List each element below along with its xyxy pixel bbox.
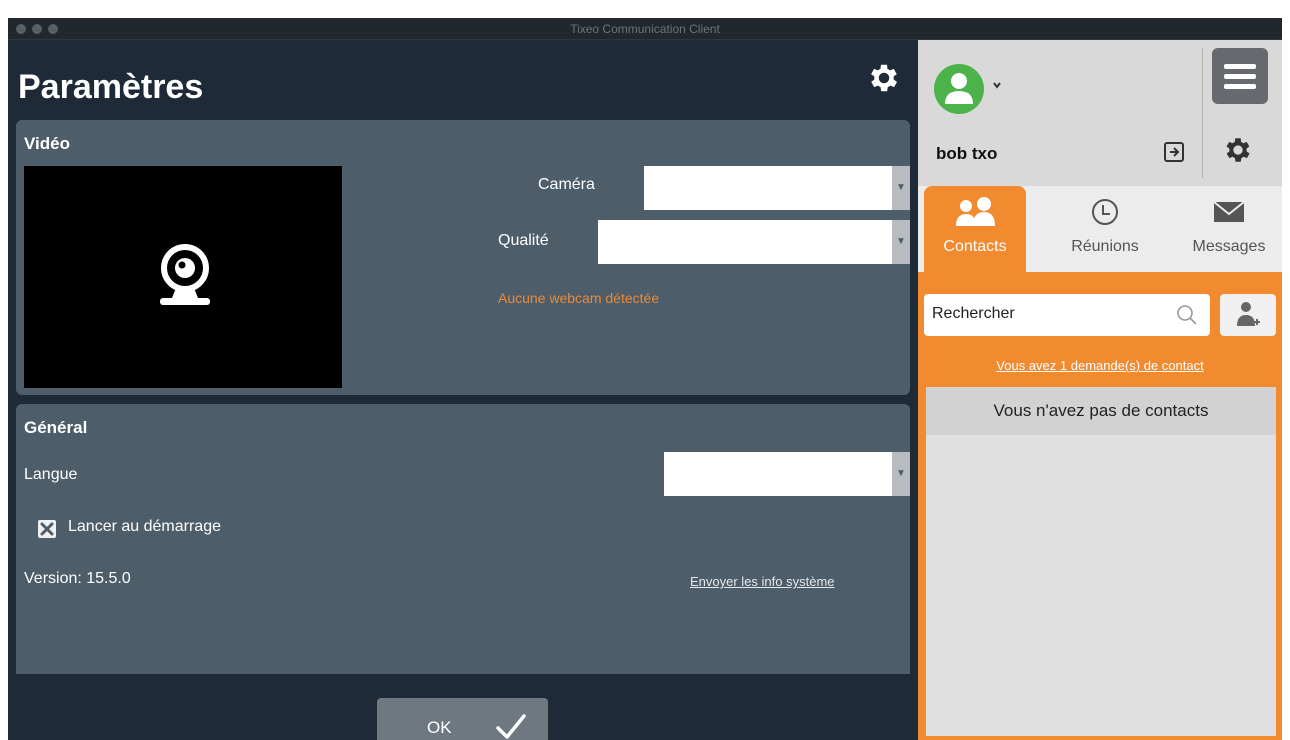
video-preview bbox=[24, 166, 342, 388]
search-icon[interactable] bbox=[1176, 304, 1198, 326]
avatar[interactable] bbox=[934, 64, 984, 114]
settings-panel: Paramètres Vidéo Caméra ▼ Qualité ▼ Aucu… bbox=[8, 40, 918, 740]
ok-label: OK bbox=[427, 718, 452, 737]
sidebar-tabs: Contacts Réunions Messages bbox=[918, 186, 1282, 272]
page-title: Paramètres bbox=[18, 68, 204, 106]
profile-header: bob txo bbox=[918, 40, 1282, 186]
logout-icon[interactable] bbox=[1162, 140, 1186, 164]
contacts-icon bbox=[956, 197, 995, 226]
tab-meetings-label: Réunions bbox=[1071, 238, 1139, 255]
empty-contacts-message: Vous n'avez pas de contacts bbox=[926, 387, 1276, 435]
video-heading: Vidéo bbox=[24, 134, 70, 153]
camera-label: Caméra bbox=[538, 176, 595, 193]
tab-contacts[interactable]: Contacts bbox=[924, 186, 1026, 272]
send-system-info-link[interactable]: Envoyer les info système bbox=[690, 574, 835, 589]
contacts-list: Vous n'avez pas de contacts bbox=[926, 387, 1276, 736]
general-heading: Général bbox=[24, 418, 88, 437]
launch-at-startup-label: Lancer au démarrage bbox=[68, 518, 221, 535]
hamburger-icon bbox=[1224, 64, 1256, 89]
divider bbox=[1202, 48, 1203, 178]
webcam-icon bbox=[160, 244, 210, 305]
username: bob txo bbox=[936, 144, 998, 163]
window-title: Tixeo Communication Client bbox=[570, 22, 720, 36]
general-section: Général Langue ▼ Lancer au démarrage Ver… bbox=[16, 404, 910, 674]
language-label: Langue bbox=[24, 466, 78, 483]
add-contact-button[interactable] bbox=[1220, 294, 1276, 336]
tab-meetings[interactable]: Réunions bbox=[1054, 186, 1156, 272]
video-section: Vidéo Caméra ▼ Qualité ▼ Aucune webcam d… bbox=[16, 120, 910, 395]
search-input[interactable] bbox=[932, 305, 1164, 323]
user-icon bbox=[945, 73, 973, 104]
checkmark-x-icon bbox=[40, 522, 54, 536]
menu-button[interactable] bbox=[1212, 48, 1268, 104]
tab-contacts-label: Contacts bbox=[943, 238, 1007, 255]
chevron-down-icon: ▼ bbox=[892, 220, 910, 264]
tab-messages-label: Messages bbox=[1192, 238, 1266, 255]
chevron-down-icon: ▼ bbox=[892, 452, 910, 496]
chevron-down-icon[interactable] bbox=[992, 80, 1002, 90]
no-webcam-warning: Aucune webcam détectée bbox=[498, 290, 660, 306]
envelope-icon bbox=[1213, 201, 1245, 222]
language-select[interactable]: ▼ bbox=[664, 452, 910, 496]
clock-icon bbox=[1092, 199, 1118, 225]
tab-messages[interactable]: Messages bbox=[1176, 186, 1282, 272]
search-box bbox=[924, 294, 1210, 336]
gear-icon[interactable] bbox=[1222, 134, 1254, 166]
launch-at-startup-checkbox[interactable] bbox=[38, 520, 56, 538]
ok-button[interactable]: OK bbox=[377, 698, 548, 740]
contacts-sidebar: bob txo Contacts Réunions Messages Reche… bbox=[918, 40, 1282, 740]
title-bar: Tixeo Communication Client bbox=[8, 18, 1282, 40]
quality-select[interactable]: ▼ bbox=[598, 220, 910, 264]
quality-label: Qualité bbox=[498, 232, 549, 249]
checkmark-icon bbox=[496, 714, 526, 739]
chevron-down-icon: ▼ bbox=[892, 166, 910, 210]
app-window: Tixeo Communication Client Paramètres Vi… bbox=[8, 18, 1282, 740]
version-text: Version: 15.5.0 bbox=[24, 570, 131, 587]
camera-select[interactable]: ▼ bbox=[644, 166, 910, 210]
contact-request-link[interactable]: Vous avez 1 demande(s) de contact bbox=[918, 358, 1282, 373]
gear-icon[interactable] bbox=[866, 60, 902, 96]
add-user-icon bbox=[1237, 302, 1260, 326]
